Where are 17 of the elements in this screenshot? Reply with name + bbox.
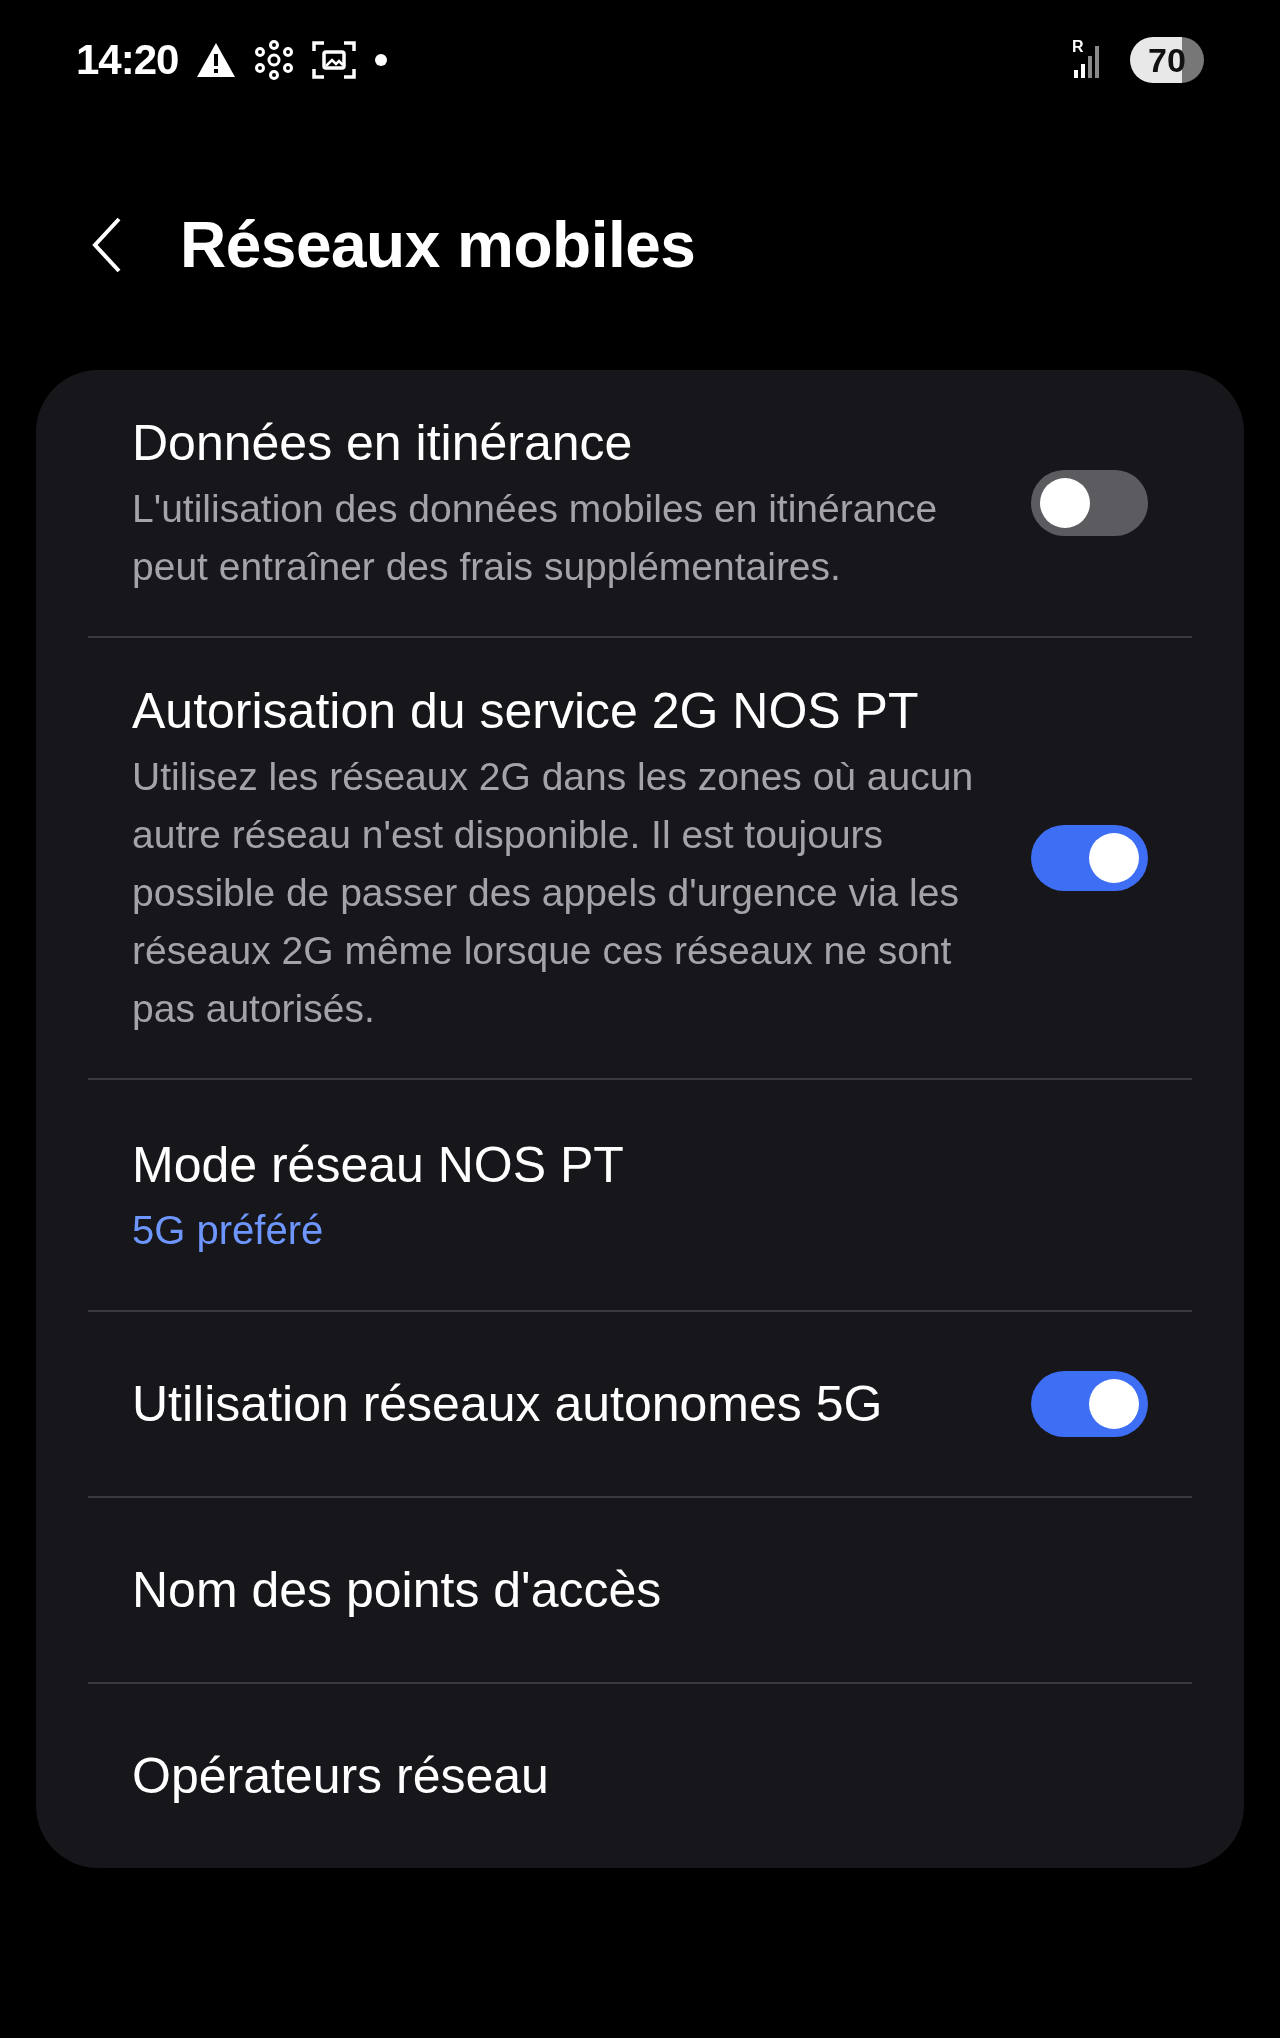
page-title: Réseaux mobiles xyxy=(180,208,696,282)
setting-title[interactable]: Nom des points d'accès xyxy=(132,1557,1148,1623)
setting-value: 5G préféré xyxy=(132,1207,325,1254)
screenshot-icon xyxy=(312,39,357,81)
network-nodes-icon xyxy=(254,40,295,80)
setting-title[interactable]: Mode réseau NOS PT xyxy=(132,1132,1148,1198)
setting-summary: Utilisez les réseaux 2G dans les zones où aucun autre réseau n'est disponible. Il est toujours possible de passer des appels d'urgence via les réseaux 2G même lorsque ces réseaux ne sont pas autorisés. xyxy=(132,754,975,1032)
setting-summary: L'utilisation des données mobiles en itinérance peut entraîner des frais supplémentaires. xyxy=(132,486,939,590)
setting-title[interactable]: Autorisation du service 2G NOS PT xyxy=(132,678,991,744)
battery-indicator: 70 xyxy=(1130,37,1204,83)
setting-title[interactable]: Données en itinérance xyxy=(132,410,991,476)
clock: 14:20 xyxy=(76,36,179,84)
setting-title[interactable]: Opérateurs réseau xyxy=(132,1743,1148,1809)
dot-icon xyxy=(374,53,389,67)
warning-icon xyxy=(196,42,237,78)
setting-title[interactable]: Utilisation réseaux autonomes 5G xyxy=(132,1371,991,1437)
back-icon[interactable] xyxy=(92,217,122,273)
